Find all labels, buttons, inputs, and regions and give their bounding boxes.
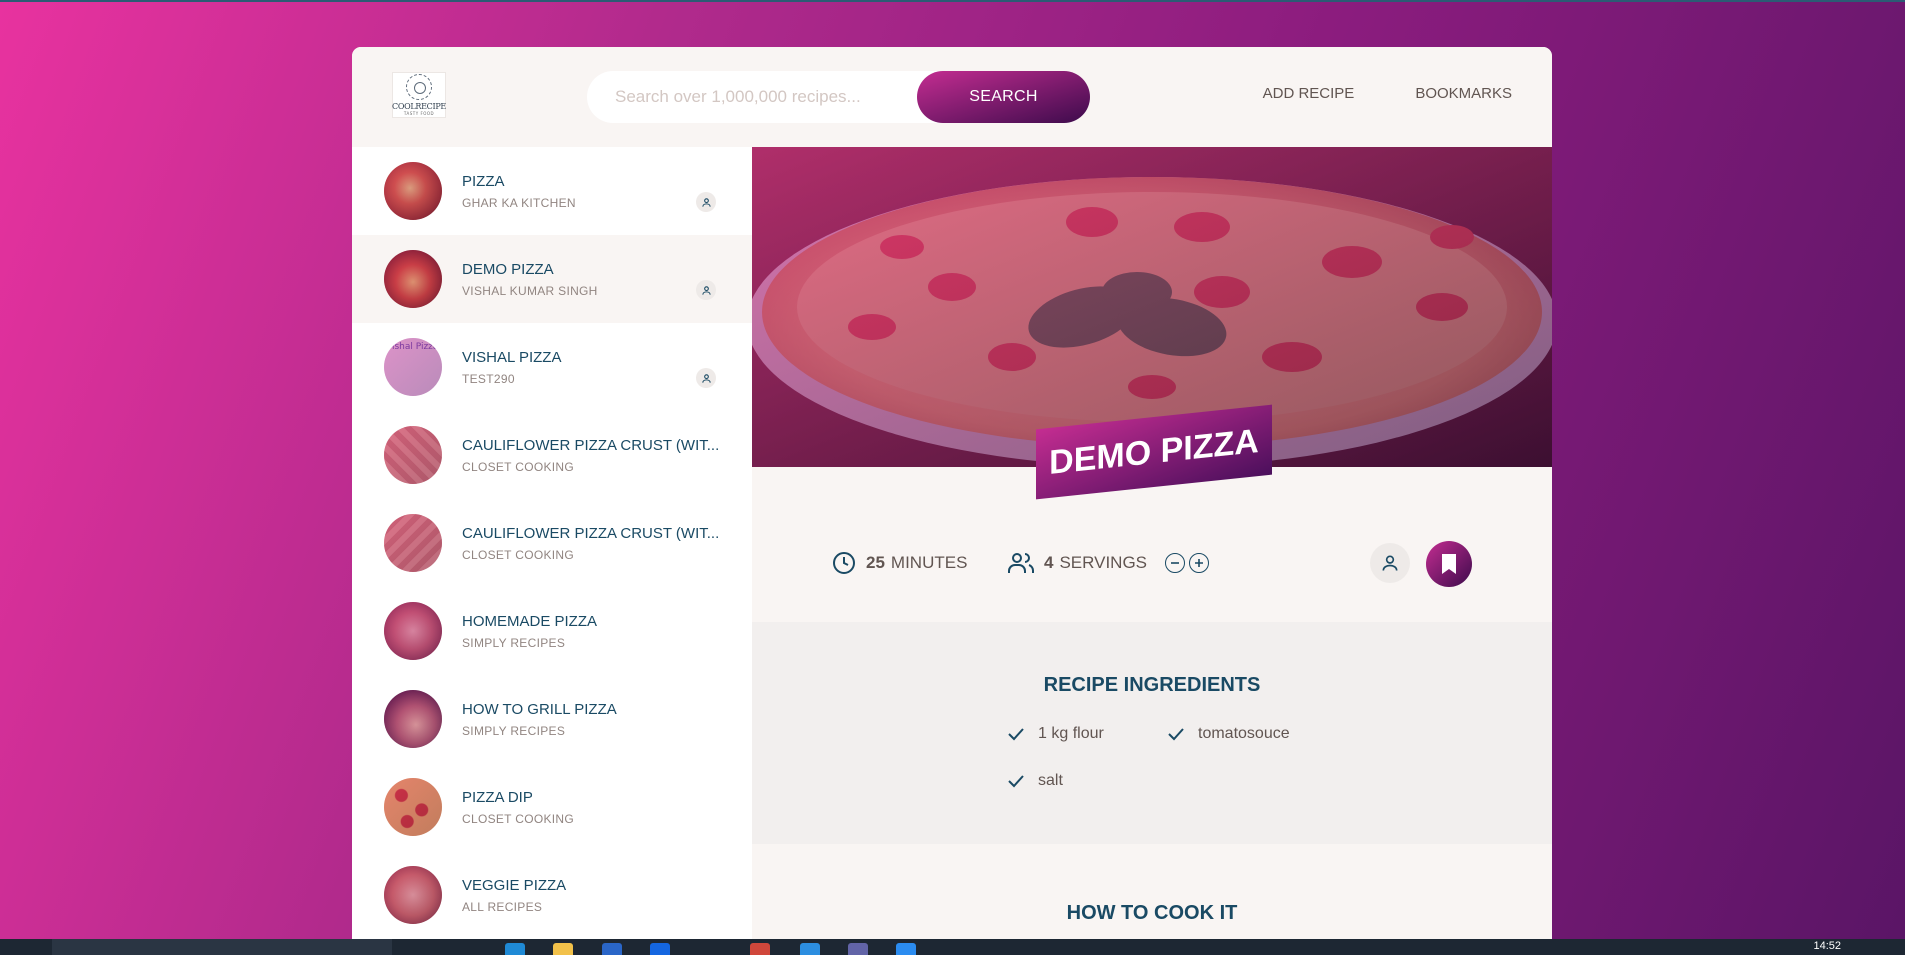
result-publisher: SIMPLY RECIPES — [462, 635, 566, 650]
result-title: HOW TO GRILL PIZZA — [462, 700, 617, 718]
nav-add-recipe[interactable]: ADD RECIPE — [1263, 85, 1355, 102]
user-icon — [696, 368, 716, 388]
result-item[interactable]: CAULIFLOWER PIZZA CRUST (WIT... CLOSET CO… — [352, 411, 752, 499]
result-item[interactable]: PIZZA GHAR KA KITCHEN — [352, 147, 752, 235]
app-icon[interactable] — [650, 943, 670, 955]
check-icon — [1008, 775, 1024, 788]
ingredient-item: salt — [1008, 772, 1063, 790]
result-title: PIZZA — [462, 172, 505, 190]
result-item[interactable]: PIZZA DIP CLOSET COOKING — [352, 763, 752, 851]
broken-image-icon: Vishal Pizza — [384, 338, 442, 396]
result-title: PIZZA DIP — [462, 788, 533, 806]
result-item[interactable]: VEGGIE PIZZA ALL RECIPES — [352, 851, 752, 939]
result-item-active[interactable]: DEMO PIZZA VISHAL KUMAR SINGH — [352, 235, 752, 323]
result-image — [384, 866, 442, 924]
result-publisher: CLOSET COOKING — [462, 547, 575, 562]
window-top-border — [0, 0, 1905, 2]
logo-subtext: TASTY FOOD — [403, 111, 435, 116]
result-publisher: CLOSET COOKING — [462, 459, 575, 474]
user-icon — [696, 280, 716, 300]
nav: ADD RECIPE BOOKMARKS — [1263, 85, 1512, 102]
ingredient-item: 1 kg flour — [1008, 725, 1104, 743]
header: COOLRECIPE TASTY FOOD SEARCH ADD RECIPE … — [352, 47, 1552, 147]
result-image — [384, 514, 442, 572]
taskbar: 14:52 — [0, 939, 1905, 955]
result-publisher: CLOSET COOKING — [462, 811, 575, 826]
zoom-icon[interactable] — [896, 943, 916, 955]
edge-icon[interactable] — [505, 943, 525, 955]
folder-icon[interactable] — [553, 943, 573, 955]
servings: 4 SERVINGS — [1008, 551, 1210, 575]
decrease-servings-button[interactable] — [1165, 553, 1186, 573]
servings-unit: SERVINGS — [1059, 553, 1148, 572]
recipe-details: 25 MINUTES 4 SERVINGS — [752, 467, 1552, 622]
result-item[interactable]: HOMEMADE PIZZA SIMPLY RECIPES — [352, 587, 752, 675]
result-image — [384, 250, 442, 308]
result-item[interactable]: CAULIFLOWER PIZZA CRUST (WIT... CLOSET CO… — [352, 499, 752, 587]
search-button[interactable]: SEARCH — [917, 71, 1090, 123]
result-title: CAULIFLOWER PIZZA CRUST (WIT... — [462, 436, 720, 454]
result-publisher: GHAR KA KITCHEN — [462, 195, 576, 210]
result-title: VISHAL PIZZA — [462, 348, 562, 366]
taskbar-search[interactable] — [52, 939, 392, 955]
result-publisher: SIMPLY RECIPES — [462, 723, 566, 738]
cooking-time: 25 MINUTES — [832, 551, 967, 575]
directions-heading: HOW TO COOK IT — [1066, 902, 1238, 924]
chrome-icon[interactable] — [750, 943, 770, 955]
logo-icon — [406, 74, 432, 100]
taskbar-clock: 14:52 — [1813, 940, 1841, 952]
cooking-time-value: 25 — [866, 553, 885, 572]
search-results: PIZZA GHAR KA KITCHEN DEMO PIZZA VISHAL KU… — [352, 147, 752, 939]
result-image — [384, 778, 442, 836]
app-container: COOLRECIPE TASTY FOOD SEARCH ADD RECIPE … — [352, 47, 1552, 939]
result-title: VEGGIE PIZZA — [462, 876, 567, 894]
increase-servings-button[interactable] — [1189, 553, 1210, 573]
result-title: DEMO PIZZA — [462, 260, 554, 278]
result-image — [384, 426, 442, 484]
user-generated-icon — [1370, 543, 1410, 583]
check-icon — [1008, 728, 1024, 741]
result-publisher: ALL RECIPES — [462, 899, 543, 914]
result-image — [384, 162, 442, 220]
users-icon — [1008, 553, 1034, 573]
user-icon — [696, 192, 716, 212]
result-image — [384, 690, 442, 748]
check-icon — [1168, 728, 1184, 741]
result-image — [384, 602, 442, 660]
ingredients-heading: RECIPE INGREDIENTS — [1043, 674, 1261, 696]
result-publisher: TEST290 — [462, 371, 515, 386]
store-icon[interactable] — [602, 943, 622, 955]
result-title: HOMEMADE PIZZA — [462, 612, 598, 630]
bookmark-icon — [1442, 554, 1456, 574]
result-item[interactable]: HOW TO GRILL PIZZA SIMPLY RECIPES — [352, 675, 752, 763]
recipe-view: DEMO PIZZA 25 MINUTES 4 SERVINGS RECIPE … — [752, 147, 1552, 939]
cooking-time-unit: MINUTES — [890, 553, 968, 572]
vscode-icon[interactable] — [800, 943, 820, 955]
clock-icon — [833, 552, 855, 574]
ingredients-section: RECIPE INGREDIENTS 1 kg flour tomatosouc… — [752, 622, 1552, 844]
servings-value: 4 — [1044, 553, 1054, 572]
nav-bookmarks[interactable]: BOOKMARKS — [1415, 85, 1512, 102]
teams-icon[interactable] — [848, 943, 868, 955]
bookmark-button[interactable] — [1426, 541, 1472, 587]
result-publisher: VISHAL KUMAR SINGH — [462, 283, 598, 298]
result-item[interactable]: Vishal Pizza VISHAL PIZZA TEST290 — [352, 323, 752, 411]
logo-text: COOLRECIPE — [392, 102, 446, 111]
ingredient-item: tomatosouce — [1168, 725, 1290, 743]
search-input[interactable] — [615, 87, 945, 107]
logo[interactable]: COOLRECIPE TASTY FOOD — [392, 72, 446, 118]
result-title: CAULIFLOWER PIZZA CRUST (WIT... — [462, 524, 720, 542]
search-form: SEARCH — [587, 71, 1090, 123]
